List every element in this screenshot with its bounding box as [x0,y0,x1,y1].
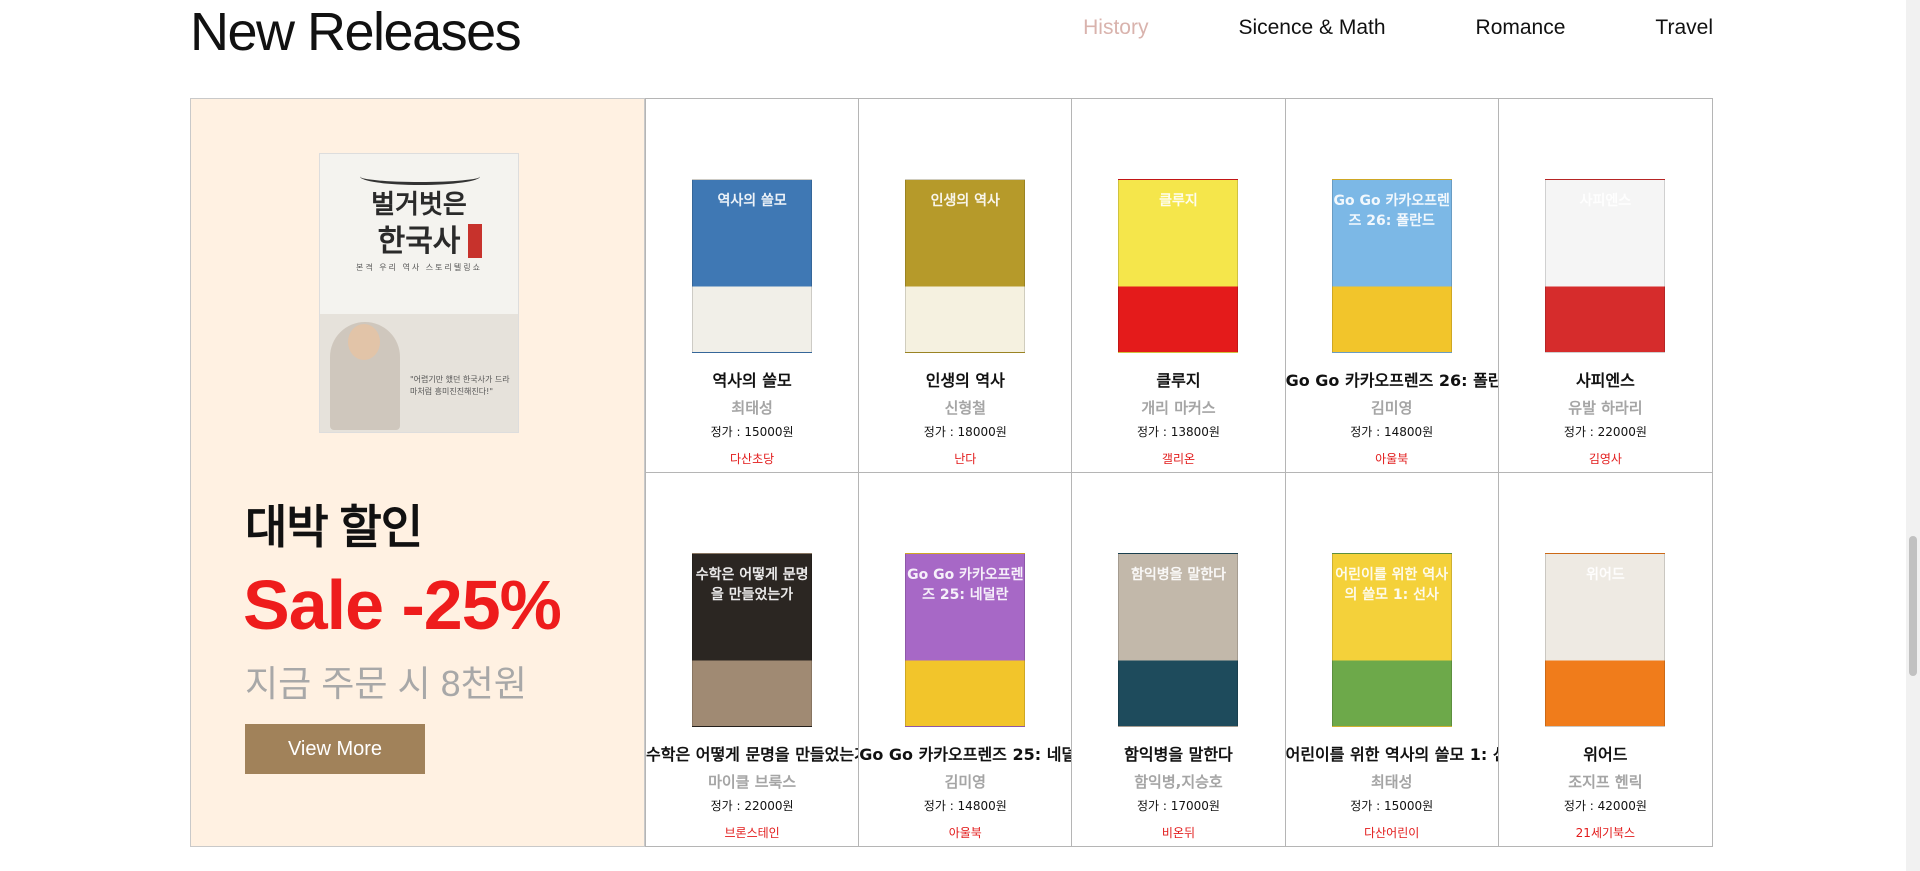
book-cover[interactable]: 함익병을 말한다 [1118,552,1239,727]
promo-panel: 벌거벗은 한국사 본격 우리 역사 스토리텔링쇼 "어렵기만 했던 한국사가 드… [190,98,645,847]
book-cover[interactable]: 역사의 쓸모 [692,179,813,353]
book-card[interactable]: 수학은 어떻게 문명을 만들었는가 수학은 어떻게 문명을 만들었는가 마이클 … [646,472,860,846]
book-title[interactable]: 수학은 어떻게 문명을 만들었는가 [646,741,858,765]
book-cover-title: 인생의 역사 [930,193,1000,209]
book-price: 정가 : 14800원 [1350,425,1434,439]
book-price: 정가 : 42000원 [1563,798,1647,813]
book-cover[interactable]: 클루지 [1118,179,1239,353]
book-title[interactable]: 함익병을 말한다 [1072,741,1284,765]
book-price: 정가 : 15000원 [1350,798,1434,813]
book-cover[interactable]: 위어드 [1545,552,1666,727]
book-title[interactable]: 역사의 쓸모 [646,367,858,391]
book-author: 개리 마커스 [1141,399,1216,417]
promo-sale-text: Sale -25% [243,566,562,644]
book-cover-title: 클루지 [1159,193,1198,209]
book-cover-title: 위어드 [1586,566,1625,583]
book-author: 최태성 [1370,772,1413,791]
tab-science-math[interactable]: Sicence & Math [1238,14,1385,42]
book-publisher: 난다 [954,452,977,466]
book-card[interactable]: Go Go 카카오프렌즈 25: 네덜란 Go Go 카카오프렌즈 25: 네덜… [859,472,1073,846]
book-cover-title: Go Go 카카오프렌즈 25: 네덜란 [907,566,1024,603]
book-cover[interactable]: 수학은 어떻게 문명을 만들었는가 [692,552,813,727]
book-grid: 역사의 쓸모 역사의 쓸모 최태성 정가 : 15000원 다산초당 인생의 역… [645,98,1713,847]
promo-headline: 대박 할인 [245,501,423,553]
scrollbar-thumb[interactable] [1909,536,1917,676]
new-releases-section: New Releases History Sicence & Math Roma… [190,0,1713,871]
book-author: 김미영 [1370,399,1413,417]
cover-roof-icon [360,168,480,185]
book-author: 김미영 [944,772,986,791]
book-cover-title: 함익병을 말한다 [1130,566,1226,583]
book-title[interactable]: 어린이를 위한 역사의 쓸모 1: 선사 [1286,741,1498,765]
book-title[interactable]: Go Go 카카오프렌즈 26: 폴란드 [1286,367,1498,391]
book-author: 유발 하라리 [1568,399,1643,417]
book-card[interactable]: 클루지 클루지 개리 마커스 정가 : 13800원 갤리온 [1072,99,1286,473]
book-author: 조지프 헨릭 [1568,772,1643,791]
book-card[interactable]: 함익병을 말한다 함익병을 말한다 함익병,지승호 정가 : 17000원 비온… [1072,472,1286,846]
book-card[interactable]: 역사의 쓸모 역사의 쓸모 최태성 정가 : 15000원 다산초당 [646,99,860,473]
book-title[interactable]: Go Go 카카오프렌즈 25: 네덜란 [859,741,1071,765]
cover-title-line2: 한국사 [377,224,461,259]
book-card[interactable]: 위어드 위어드 조지프 헨릭 정가 : 42000원 21세기북스 [1499,473,1712,847]
book-price: 정가 : 18000원 [923,425,1007,439]
book-publisher: 다산초당 [730,452,775,466]
book-publisher: 아울북 [948,825,982,840]
book-card[interactable]: 어린이를 위한 역사의 쓸모 1: 선사 어린이를 위한 역사의 쓸모 1: 선… [1286,472,1499,846]
book-publisher: 다산어린이 [1364,825,1420,840]
book-cover-title: 역사의 쓸모 [717,193,787,209]
tab-travel[interactable]: Travel [1655,14,1713,42]
book-cover[interactable]: 어린이를 위한 역사의 쓸모 1: 선사 [1331,552,1452,727]
book-publisher: 21세기북스 [1575,825,1636,840]
view-more-button[interactable]: View More [245,724,425,774]
cover-quote: "어렵기만 했던 한국사가 드라마처럼 흥미진진해진다!" [410,375,510,396]
book-publisher: 아울북 [1375,452,1409,466]
book-cover-title: 어린이를 위한 역사의 쓸모 1: 선사 [1335,566,1449,603]
book-price: 정가 : 15000원 [710,425,794,439]
book-cover-title: Go Go 카카오프렌즈 26: 폴란드 [1333,193,1450,229]
section-title: New Releases [190,2,522,62]
tab-history[interactable]: History [1083,14,1148,42]
promo-subtext: 지금 주문 시 8천원 [245,663,527,704]
category-tabs: History Sicence & Math Romance Travel [1083,14,1713,42]
book-author: 함익병,지승호 [1134,772,1223,791]
book-price: 정가 : 13800원 [1137,425,1220,439]
book-title[interactable]: 클루지 [1072,367,1284,391]
book-cover-title: 사피엔스 [1579,193,1632,209]
book-price: 정가 : 22000원 [1563,425,1647,439]
book-publisher: 갤리온 [1161,452,1196,466]
book-price: 정가 : 14800원 [923,798,1007,813]
book-cover[interactable]: Go Go 카카오프렌즈 26: 폴란드 [1331,179,1452,353]
book-publisher: 비온뒤 [1161,825,1196,840]
book-cover-title: 수학은 어떻게 문명을 만들었는가 [695,566,809,603]
book-author: 마이클 브룩스 [708,772,797,791]
cover-badge [468,224,482,258]
book-cover[interactable]: 사피엔스 [1545,179,1666,353]
book-cover[interactable]: Go Go 카카오프렌즈 25: 네덜란 [905,552,1026,727]
book-price: 정가 : 17000원 [1137,798,1220,813]
book-title[interactable]: 인생의 역사 [859,367,1071,391]
book-publisher: 김영사 [1588,452,1622,466]
book-card[interactable]: 인생의 역사 인생의 역사 신형철 정가 : 18000원 난다 [859,99,1073,473]
tab-romance[interactable]: Romance [1476,14,1566,42]
book-title[interactable]: 사피엔스 [1499,367,1712,391]
cover-subtitle: 본격 우리 역사 스토리텔링쇼 [356,263,482,272]
book-publisher: 브론스테인 [724,825,780,840]
book-title[interactable]: 위어드 [1499,741,1712,765]
book-cover[interactable]: 인생의 역사 [905,179,1026,353]
book-card[interactable]: Go Go 카카오프렌즈 26: 폴란드 Go Go 카카오프렌즈 26: 폴란… [1285,99,1499,473]
author-photo-head [348,324,380,360]
page-scrollbar[interactable] [1906,0,1920,871]
book-author: 최태성 [731,399,773,417]
promo-book-cover[interactable]: 벌거벗은 한국사 본격 우리 역사 스토리텔링쇼 "어렵기만 했던 한국사가 드… [319,153,519,433]
book-author: 신형철 [944,399,986,417]
book-price: 정가 : 22000원 [710,798,794,813]
book-card[interactable]: 사피엔스 사피엔스 유발 하라리 정가 : 22000원 김영사 [1498,99,1712,473]
